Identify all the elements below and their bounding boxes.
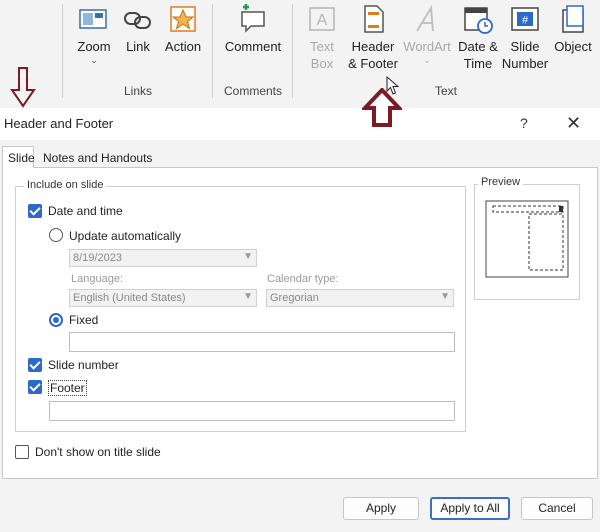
date-time-label-line1: Date &	[458, 39, 498, 54]
header-footer-button[interactable]: Header & Footer	[344, 4, 402, 72]
cancel-button-label: Cancel	[538, 501, 576, 515]
object-button[interactable]: Object	[550, 4, 596, 55]
date-format-value: 8/19/2023	[73, 252, 122, 264]
include-on-slide-group: Include on slide Date and time Update au…	[15, 179, 466, 432]
footer-checkbox[interactable]	[28, 380, 42, 394]
language-select[interactable]: English (United States) ▼	[69, 289, 257, 307]
slide-number-label: Slide number	[48, 358, 119, 372]
chevron-down-icon: ▼	[243, 251, 253, 262]
preview-label: Preview	[478, 176, 524, 188]
slide-number-label-line1: Slide	[510, 39, 540, 54]
object-icon	[562, 5, 584, 33]
link-label: Link	[126, 39, 150, 54]
comment-button[interactable]: Comment	[222, 4, 284, 55]
footer-text-input[interactable]	[49, 401, 455, 421]
preview-thumbnail	[485, 200, 569, 278]
apply-to-all-button-label: Apply to All	[440, 501, 500, 515]
action-button[interactable]: Action	[162, 4, 204, 55]
update-automatically-label: Update automatically	[69, 229, 182, 243]
wordart-label: WordArt	[403, 39, 451, 54]
header-footer-dialog: Header and Footer ? ✕ Include on slide D…	[0, 108, 600, 532]
cancel-button[interactable]: Cancel	[521, 497, 593, 520]
group-label-links: Links	[123, 84, 152, 98]
calendar-clock-icon	[464, 7, 493, 34]
tab-notes-and-handouts-label: Notes and Handouts	[43, 151, 153, 165]
group-divider	[62, 4, 63, 98]
text-box-label-line1: Text	[310, 39, 334, 54]
language-label: Language:	[71, 273, 123, 285]
date-and-time-label: Date and time	[48, 204, 123, 218]
footer-label: Footer	[48, 380, 87, 396]
comment-icon	[241, 4, 265, 33]
dont-show-on-title-slide-label: Don't show on title slide	[35, 445, 161, 459]
dialog-title: Header and Footer	[4, 116, 114, 131]
slide-number-checkbox[interactable]	[28, 358, 42, 372]
fixed-label: Fixed	[69, 313, 99, 327]
chevron-down-icon[interactable]: ⌄	[400, 55, 454, 65]
chevron-down-icon[interactable]: ⌄	[72, 55, 116, 65]
svg-text:A: A	[317, 12, 328, 29]
text-box-button[interactable]: A Text Box	[302, 4, 342, 72]
header-footer-label-line2: & Footer	[348, 56, 398, 71]
wordart-button[interactable]: WordArt ⌄	[400, 4, 454, 65]
link-button[interactable]: Link	[121, 4, 155, 55]
calendar-type-label: Calendar type:	[267, 273, 339, 285]
tab-notes-and-handouts[interactable]: Notes and Handouts	[43, 151, 152, 165]
svg-text:#: #	[522, 15, 529, 27]
apply-button[interactable]: Apply	[343, 497, 419, 520]
chevron-down-icon: ▼	[243, 291, 253, 302]
date-and-time-checkbox[interactable]	[28, 204, 42, 218]
down-arrow-icon	[10, 67, 36, 108]
group-label-comments: Comments	[223, 84, 282, 98]
group-divider	[212, 4, 213, 98]
chevron-down-icon: ▼	[440, 291, 450, 302]
date-format-select[interactable]: 8/19/2023 ▼	[69, 249, 257, 267]
zoom-label: Zoom	[77, 39, 111, 54]
object-label: Object	[554, 39, 592, 54]
preview-group	[474, 184, 580, 300]
action-star-icon	[170, 6, 196, 32]
help-icon[interactable]: ?	[520, 115, 528, 131]
up-arrow-icon	[362, 88, 402, 127]
apply-to-all-button[interactable]: Apply to All	[430, 497, 510, 520]
fixed-radio[interactable]	[49, 313, 63, 327]
calendar-type-value: Gregorian	[270, 292, 319, 304]
include-on-slide-legend: Include on slide	[24, 179, 107, 191]
close-icon[interactable]: ✕	[566, 113, 581, 134]
action-label: Action	[164, 39, 202, 54]
slide-number-button[interactable]: # Slide Number	[500, 4, 550, 72]
dialog-titlebar: Header and Footer ? ✕	[0, 108, 600, 140]
tab-slide[interactable]: Slide	[2, 146, 35, 168]
ribbon: Zoom ⌄ Link Action Links Comment Comment…	[0, 0, 600, 104]
group-divider	[292, 4, 293, 98]
dont-show-on-title-slide-checkbox[interactable]	[15, 445, 29, 459]
header-footer-label-line1: Header	[351, 39, 395, 54]
date-time-label-line2: Time	[463, 56, 493, 71]
slide-number-icon: #	[511, 7, 539, 31]
tab-slide-label: Slide	[8, 151, 35, 165]
wordart-icon	[416, 4, 434, 32]
zoom-icon	[79, 9, 107, 29]
fixed-date-input[interactable]	[69, 332, 455, 352]
date-time-button[interactable]: Date & Time	[455, 4, 501, 72]
calendar-type-select[interactable]: Gregorian ▼	[266, 289, 454, 307]
link-icon	[124, 12, 151, 29]
header-footer-icon	[364, 5, 384, 33]
text-box-label-line2: Box	[310, 56, 334, 71]
update-automatically-radio[interactable]	[49, 228, 63, 242]
slide-number-label-line2: Number	[501, 56, 549, 71]
zoom-button[interactable]: Zoom ⌄	[72, 4, 116, 65]
apply-button-label: Apply	[365, 501, 397, 515]
comment-label: Comment	[224, 39, 282, 54]
group-label-text: Text	[434, 84, 457, 98]
language-value: English (United States)	[73, 292, 186, 304]
text-box-icon: A	[309, 7, 335, 31]
